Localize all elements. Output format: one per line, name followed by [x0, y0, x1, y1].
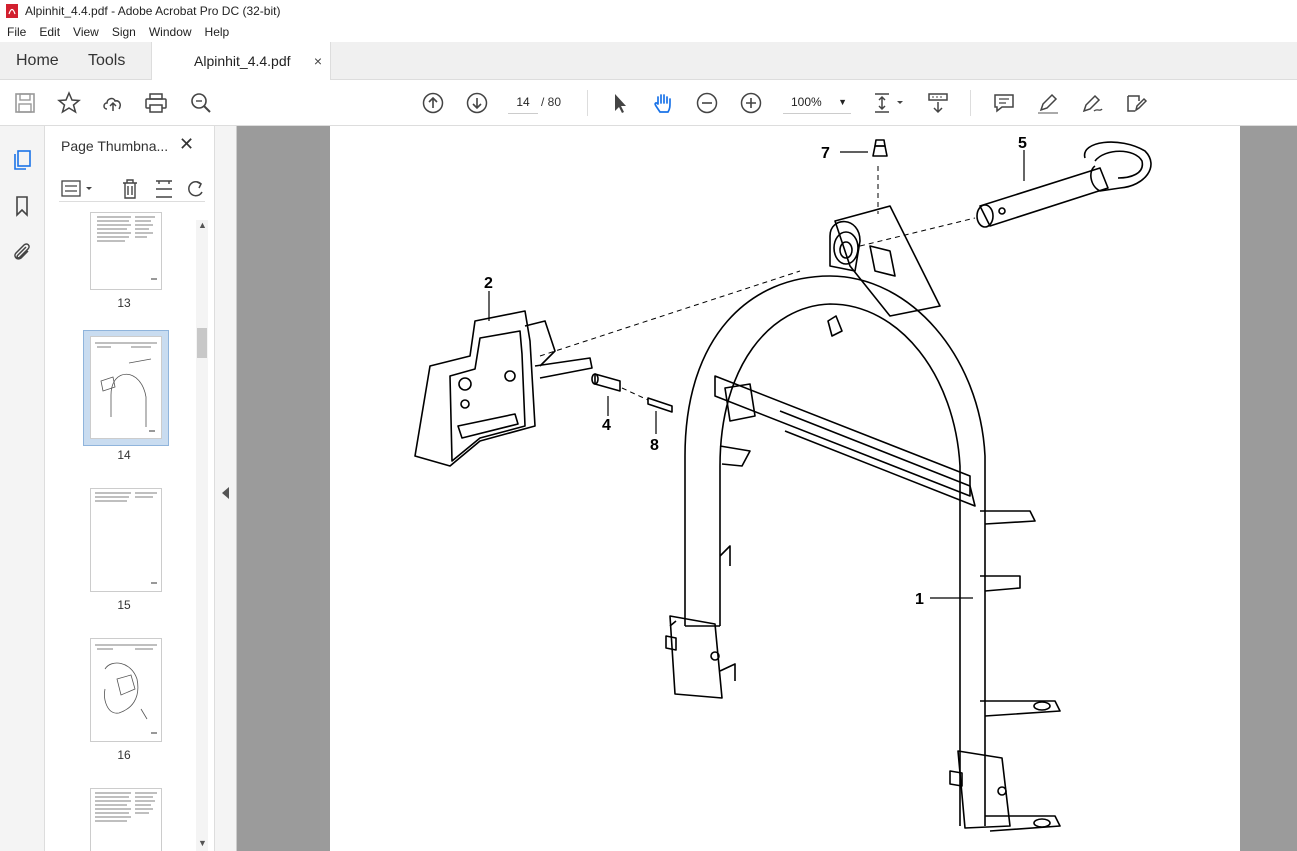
page-thumbnails-icon[interactable] — [10, 148, 34, 172]
extract-pages-icon[interactable] — [153, 178, 175, 200]
thumbnail-scrollbar[interactable]: ▲ ▼ — [196, 220, 208, 851]
previous-page-icon[interactable] — [421, 91, 445, 115]
thumbnail-page-13[interactable] — [90, 212, 162, 290]
collapse-arrow-icon[interactable] — [222, 487, 230, 499]
zoom-level-select[interactable]: 100% ▼ — [783, 90, 851, 114]
thumbnail-page-16[interactable] — [90, 638, 162, 742]
print-icon[interactable] — [144, 91, 168, 115]
acrobat-pdf-icon — [6, 4, 18, 18]
thumbnail-page-15[interactable] — [90, 488, 162, 592]
page-fit-icon[interactable] — [872, 91, 906, 115]
callout-number: 2 — [484, 275, 493, 292]
toolbar-divider — [970, 90, 971, 116]
menu-bar: File Edit View Sign Window Help — [0, 22, 1297, 42]
thumbnail-page-14[interactable] — [90, 336, 162, 439]
callout-number: 5 — [1018, 135, 1027, 152]
page-number-input[interactable]: 14 — [508, 90, 538, 114]
tab-tools[interactable]: Tools — [88, 42, 125, 80]
scroll-down-icon[interactable]: ▼ — [198, 838, 207, 848]
title-bar: Alpinhit_4.4.pdf - Adobe Acrobat Pro DC … — [0, 0, 1297, 22]
scroll-mode-icon[interactable] — [926, 91, 950, 115]
next-page-icon[interactable] — [465, 91, 489, 115]
bookmark-star-icon[interactable] — [57, 91, 81, 115]
fill-sign-icon[interactable] — [1124, 91, 1148, 115]
panel-toolbar — [59, 176, 205, 202]
tab-document[interactable]: Alpinhit_4.4.pdf × — [151, 42, 331, 81]
close-panel-button[interactable]: ✕ — [179, 134, 194, 155]
menu-view[interactable]: View — [66, 25, 105, 39]
chevron-down-icon: ▼ — [838, 97, 847, 107]
comment-icon[interactable] — [992, 91, 1016, 115]
scroll-up-icon[interactable]: ▲ — [198, 220, 207, 230]
bookmarks-icon[interactable] — [10, 194, 34, 218]
thumbnail-page-17[interactable] — [90, 788, 162, 851]
menu-window[interactable]: Window — [142, 25, 198, 39]
thumbnail-label: 16 — [117, 748, 131, 762]
zoom-search-icon[interactable] — [189, 91, 213, 115]
select-arrow-icon[interactable] — [608, 91, 632, 115]
panel-title: Page Thumbna... — [61, 138, 169, 154]
close-tab-button[interactable]: × — [314, 42, 322, 80]
callout-number: 4 — [602, 417, 611, 434]
document-tab-label: Alpinhit_4.4.pdf — [194, 53, 291, 69]
page-total: / 80 — [541, 95, 562, 109]
navigation-rail — [0, 126, 45, 851]
zoom-in-icon[interactable] — [739, 91, 763, 115]
attachments-paperclip-icon[interactable] — [10, 240, 34, 264]
delete-trash-icon[interactable] — [119, 178, 141, 200]
pdf-page: 7 5 2 4 8 1 — [330, 126, 1240, 851]
menu-help[interactable]: Help — [198, 25, 236, 39]
save-icon[interactable] — [13, 91, 37, 115]
parts-diagram-drawing: 7 5 2 4 8 1 — [414, 135, 1152, 832]
menu-file[interactable]: File — [0, 25, 32, 39]
callout-number: 1 — [915, 591, 924, 608]
window-title: Alpinhit_4.4.pdf - Adobe Acrobat Pro DC … — [25, 4, 281, 18]
thumbnail-label: 14 — [117, 448, 131, 462]
thumbnail-label: 13 — [117, 296, 131, 310]
toolbar-divider — [587, 90, 588, 116]
hand-tool-icon[interactable] — [651, 91, 675, 115]
tab-home[interactable]: Home — [16, 42, 59, 80]
page-thumbnails-panel: Page Thumbna... ✕ 13 14 15 16 — [45, 126, 215, 851]
draw-pen-icon[interactable] — [1080, 91, 1104, 115]
menu-sign[interactable]: Sign — [105, 25, 142, 39]
document-viewer[interactable]: 7 5 2 4 8 1 — [237, 126, 1297, 851]
highlight-pen-icon[interactable] — [1036, 91, 1060, 115]
thumbnail-options-icon[interactable] — [61, 180, 95, 198]
rotate-page-icon[interactable] — [185, 178, 205, 200]
callout-number: 7 — [821, 145, 830, 162]
thumbnail-label: 15 — [117, 598, 131, 612]
tab-bar: Home Tools Alpinhit_4.4.pdf × — [0, 42, 1297, 81]
callout-number: 8 — [650, 437, 659, 454]
scrollbar-thumb[interactable] — [197, 328, 207, 358]
upload-cloud-icon[interactable] — [101, 91, 125, 115]
panel-collapse-handle[interactable] — [215, 126, 237, 851]
menu-edit[interactable]: Edit — [32, 25, 66, 39]
zoom-level-value: 100% — [791, 95, 822, 109]
thumbnail-list: 13 14 15 16 — [45, 212, 203, 851]
zoom-out-icon[interactable] — [695, 91, 719, 115]
